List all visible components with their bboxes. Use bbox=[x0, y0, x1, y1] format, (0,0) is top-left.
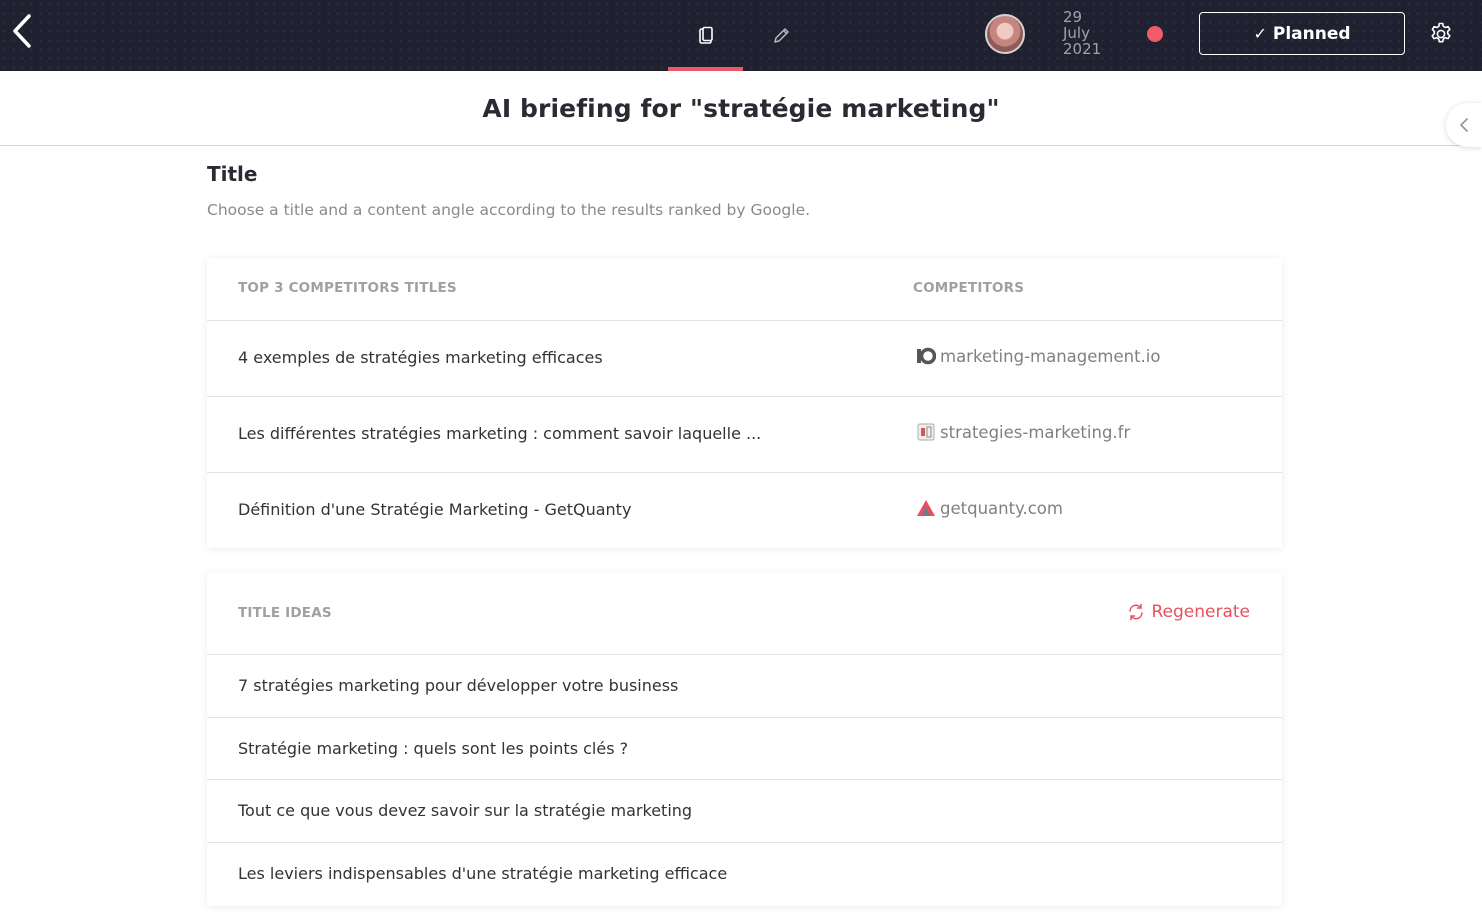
section-title: Title bbox=[207, 162, 258, 186]
getquanty-favicon-icon bbox=[917, 500, 935, 516]
page-header: AI briefing for "stratégie marketing" bbox=[0, 71, 1482, 147]
table-row: Les différentes stratégies marketing : c… bbox=[207, 397, 1282, 473]
tab-briefing[interactable] bbox=[668, 0, 743, 71]
settings-button[interactable] bbox=[1428, 21, 1454, 47]
page-title: AI briefing for "stratégie marketing" bbox=[482, 93, 1000, 123]
list-item[interactable]: Stratégie marketing : quels sont les poi… bbox=[207, 718, 1282, 780]
chevron-left-icon bbox=[1460, 118, 1468, 132]
title-ideas-header: TITLE IDEAS Regenerate bbox=[207, 573, 1282, 655]
title-idea-text: Les leviers indispensables d'une stratég… bbox=[238, 863, 728, 883]
column-header-titles: TOP 3 COMPETITORS TITLES bbox=[238, 280, 457, 296]
competitor-site[interactable]: marketing-management.io bbox=[916, 346, 1160, 366]
competitor-domain: getquanty.com bbox=[940, 498, 1063, 518]
section-description: Choose a title and a content angle accor… bbox=[207, 201, 811, 219]
title-idea-text: 7 stratégies marketing pour développer v… bbox=[238, 676, 679, 695]
table-row: Définition d'une Stratégie Marketing - G… bbox=[207, 473, 1282, 549]
competitor-domain: strategies-marketing.fr bbox=[940, 422, 1131, 442]
competitor-domain: marketing-management.io bbox=[940, 346, 1161, 366]
regenerate-label: Regenerate bbox=[1151, 602, 1250, 622]
check-icon: ✓ bbox=[1253, 24, 1267, 43]
list-item[interactable]: 7 stratégies marketing pour développer v… bbox=[207, 655, 1282, 718]
competitors-card: TOP 3 COMPETITORS TITLES COMPETITORS 4 e… bbox=[207, 258, 1282, 548]
user-avatar[interactable] bbox=[985, 14, 1025, 54]
date-day: 29 bbox=[1063, 8, 1083, 26]
title-idea-text: Stratégie marketing : quels sont les poi… bbox=[238, 738, 629, 758]
status-dot bbox=[1147, 26, 1163, 42]
status-planned-button[interactable]: ✓ Planned bbox=[1199, 12, 1405, 55]
pencil-icon bbox=[773, 27, 789, 43]
competitor-title: Définition d'une Stratégie Marketing - G… bbox=[238, 500, 632, 519]
column-header-competitors: COMPETITORS bbox=[913, 280, 1025, 296]
date-year: 2021 bbox=[1063, 40, 1102, 58]
gear-icon bbox=[1431, 22, 1451, 43]
tab-editor[interactable] bbox=[743, 0, 818, 71]
title-idea-text: Tout ce que vous devez savoir sur la str… bbox=[238, 801, 693, 820]
status-label: Planned bbox=[1272, 23, 1351, 44]
back-button[interactable] bbox=[8, 12, 36, 50]
list-item[interactable]: Les leviers indispensables d'une stratég… bbox=[207, 843, 1282, 906]
title-ideas-label: TITLE IDEAS bbox=[238, 605, 332, 621]
regenerate-button[interactable]: Regenerate bbox=[1127, 602, 1250, 622]
chevron-left-icon bbox=[13, 14, 31, 48]
competitor-title: 4 exemples de stratégies marketing effic… bbox=[238, 348, 603, 367]
date-month: July bbox=[1063, 24, 1090, 42]
title-ideas-card: TITLE IDEAS Regenerate 7 stratégies mark… bbox=[207, 573, 1282, 906]
side-panel-toggle[interactable] bbox=[1446, 103, 1482, 147]
marketing-management-favicon-icon bbox=[917, 347, 936, 365]
document-icon bbox=[698, 26, 713, 44]
refresh-icon bbox=[1129, 603, 1144, 621]
competitor-site[interactable]: strategies-marketing.fr bbox=[916, 422, 1130, 442]
top-bar: 29 July 2021 ✓ Planned bbox=[0, 0, 1482, 71]
competitors-table-header: TOP 3 COMPETITORS TITLES COMPETITORS bbox=[207, 258, 1282, 321]
competitor-title: Les différentes stratégies marketing : c… bbox=[238, 424, 762, 443]
list-item[interactable]: Tout ce que vous devez savoir sur la str… bbox=[207, 780, 1282, 843]
competitor-site[interactable]: getquanty.com bbox=[916, 498, 1063, 518]
strategies-marketing-favicon-icon bbox=[917, 423, 935, 441]
due-date: 29 July 2021 bbox=[1063, 9, 1101, 57]
table-row: 4 exemples de stratégies marketing effic… bbox=[207, 321, 1282, 397]
